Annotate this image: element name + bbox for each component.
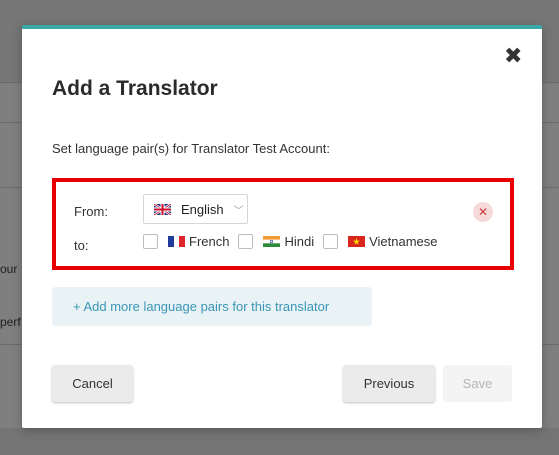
close-icon[interactable]: ✖ (504, 45, 522, 67)
vietnamese-label: Vietnamese (369, 234, 438, 249)
target-language-french[interactable]: French (143, 234, 229, 249)
from-label: From: (74, 204, 108, 219)
background-text: perf (0, 315, 21, 329)
background-text: our (0, 262, 18, 276)
hindi-checkbox[interactable] (238, 234, 254, 249)
chevron-down-icon: ﹀ (233, 205, 244, 217)
source-language-label: English (181, 201, 224, 217)
modal-title: Add a Translator (52, 77, 218, 100)
india-flag-icon (263, 236, 281, 247)
french-checkbox[interactable] (143, 234, 158, 249)
french-label: French (189, 234, 230, 249)
uk-flag-icon (154, 203, 171, 215)
background-footer (0, 428, 559, 455)
hindi-label: Hindi (284, 234, 315, 249)
target-language-list: French Hindi Vietnamese (143, 234, 447, 249)
target-language-vietnamese[interactable]: Vietnamese (323, 234, 438, 249)
source-language-select[interactable]: English ﹀ (143, 194, 248, 224)
add-language-pair-button[interactable]: + Add more language pairs for this trans… (52, 287, 372, 326)
vietnamese-checkbox[interactable] (323, 234, 339, 249)
modal-subtitle: Set language pair(s) for Translator Test… (52, 141, 330, 156)
previous-button[interactable]: Previous (343, 365, 435, 402)
to-label: to: (74, 238, 89, 253)
add-translator-modal: ✖ Add a Translator Set language pair(s) … (22, 25, 542, 428)
vietnam-flag-icon (348, 236, 366, 247)
save-button[interactable]: Save (443, 365, 512, 402)
language-pair-row: From: English ﹀ ✕ to: French Hindi Vietn… (52, 178, 514, 270)
france-flag-icon (168, 236, 185, 247)
cancel-button[interactable]: Cancel (52, 365, 133, 402)
target-language-hindi[interactable]: Hindi (238, 234, 314, 249)
remove-pair-button[interactable]: ✕ (473, 202, 493, 222)
